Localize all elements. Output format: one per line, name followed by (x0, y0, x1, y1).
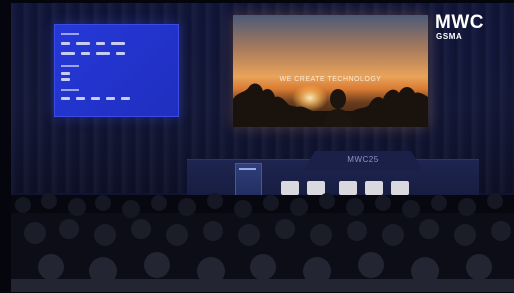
sponsor-heading (61, 89, 79, 91)
sponsor-heading (61, 33, 79, 35)
sponsor-logo-row (61, 52, 125, 56)
audience-crowd (11, 193, 514, 292)
sponsor-logo-row (61, 42, 125, 46)
logo-sub-text: GSMA (436, 32, 463, 41)
sponsor-logo-row (61, 97, 130, 101)
conference-hall-scene: WE CREATE TECHNOLOGY MWC GSMA MWC25 (11, 3, 514, 292)
mwc-gsma-logo: MWC GSMA (435, 13, 514, 45)
logo-main-text: MWC (435, 12, 484, 33)
left-sponsor-screen (54, 24, 179, 117)
sponsor-logo-row (61, 72, 70, 76)
sponsor-logo-row (61, 78, 70, 82)
screen-slogan: WE CREATE TECHNOLOGY (279, 76, 382, 83)
main-video-screen: WE CREATE TECHNOLOGY (233, 15, 428, 127)
stage-sign: MWC25 (303, 151, 423, 171)
stage-sign-text: MWC25 (347, 155, 379, 164)
podium-label (239, 168, 256, 170)
video-frame: WE CREATE TECHNOLOGY MWC GSMA MWC25 (0, 0, 514, 293)
sponsor-heading (61, 65, 79, 67)
speaker-silhouette (323, 89, 353, 127)
